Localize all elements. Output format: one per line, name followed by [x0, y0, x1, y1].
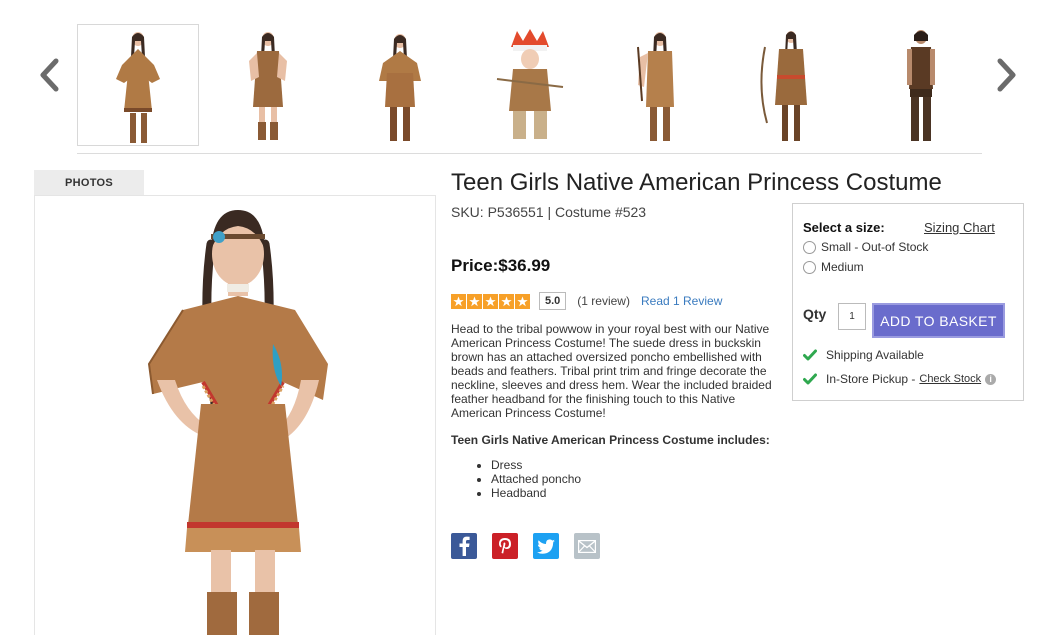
- product-carousel: [0, 0, 1043, 160]
- chevron-right-icon: [997, 58, 1016, 92]
- star-icon: [467, 293, 482, 309]
- main-product-photo: [34, 195, 436, 635]
- pinterest-icon: [499, 538, 511, 554]
- list-item: Dress: [491, 458, 581, 472]
- checkmark-icon: [803, 373, 817, 385]
- product-sku: SKU: P536551 | Costume #523: [451, 204, 647, 220]
- shipping-availability: Shipping Available: [803, 348, 924, 362]
- thumbnail-6[interactable]: [729, 24, 851, 146]
- facebook-share-button[interactable]: [451, 533, 477, 559]
- info-icon[interactable]: i: [985, 373, 997, 385]
- size-option-medium[interactable]: Medium: [803, 260, 864, 274]
- includes-heading: Teen Girls Native American Princess Cost…: [451, 433, 770, 447]
- checkmark-icon: [803, 349, 817, 361]
- thumbnail-7[interactable]: [859, 24, 981, 146]
- star-icon: [451, 293, 466, 309]
- quantity-input[interactable]: [838, 303, 866, 330]
- list-item: Headband: [491, 486, 581, 500]
- product-description: Head to the tribal powwow in your royal …: [451, 322, 772, 420]
- includes-list: Dress Attached poncho Headband: [451, 458, 581, 500]
- carousel-next-button[interactable]: [992, 55, 1022, 95]
- photos-tab[interactable]: PHOTOS: [34, 170, 144, 195]
- star-icon: [483, 293, 498, 309]
- social-share: [451, 533, 600, 559]
- twitter-icon: [537, 538, 555, 554]
- size-option-label: Medium: [821, 260, 864, 274]
- product-price: Price:$36.99: [451, 256, 551, 275]
- pickup-availability: In-Store Pickup - Check Stock i: [803, 372, 997, 386]
- thumbnail-strip: [77, 24, 982, 146]
- add-to-basket-button[interactable]: ADD TO BASKET: [872, 303, 1005, 338]
- chevron-left-icon: [40, 58, 59, 92]
- read-review-link[interactable]: Read 1 Review: [641, 294, 722, 308]
- radio-button[interactable]: [803, 260, 816, 274]
- costume-model-image: [147, 210, 328, 635]
- twitter-share-button[interactable]: [533, 533, 559, 559]
- radio-button[interactable]: [803, 240, 816, 254]
- email-share-button[interactable]: [574, 533, 600, 559]
- thumbnail-3[interactable]: [339, 24, 461, 146]
- carousel-prev-button[interactable]: [34, 55, 64, 95]
- facebook-icon: [459, 536, 470, 556]
- email-icon: [578, 539, 596, 553]
- star-icon: [499, 293, 514, 309]
- qty-label: Qty: [803, 306, 827, 322]
- purchase-box: Select a size: Sizing Chart Small - Out-…: [792, 203, 1024, 401]
- star-rating: [451, 293, 531, 309]
- size-option-label: Small - Out-of Stock: [821, 240, 929, 254]
- pickup-label: In-Store Pickup -: [826, 372, 916, 386]
- product-title: Teen Girls Native American Princess Cost…: [451, 169, 942, 196]
- review-count: (1 review): [577, 294, 630, 308]
- check-stock-link[interactable]: Check Stock: [919, 373, 981, 385]
- carousel-divider: [77, 153, 982, 154]
- shipping-label: Shipping Available: [826, 348, 924, 362]
- rating-score: 5.0: [539, 292, 567, 310]
- thumbnail-1[interactable]: [77, 24, 199, 146]
- list-item: Attached poncho: [491, 472, 581, 486]
- pinterest-share-button[interactable]: [492, 533, 518, 559]
- size-select-label: Select a size:: [803, 220, 885, 235]
- size-option-small[interactable]: Small - Out-of Stock: [803, 240, 928, 254]
- rating-row: 5.0 (1 review) Read 1 Review: [451, 291, 722, 311]
- thumbnail-5[interactable]: [599, 24, 721, 146]
- sizing-chart-link[interactable]: Sizing Chart: [924, 220, 995, 235]
- star-icon: [515, 293, 530, 309]
- thumbnail-2[interactable]: [207, 24, 329, 146]
- thumbnail-4[interactable]: [469, 24, 591, 146]
